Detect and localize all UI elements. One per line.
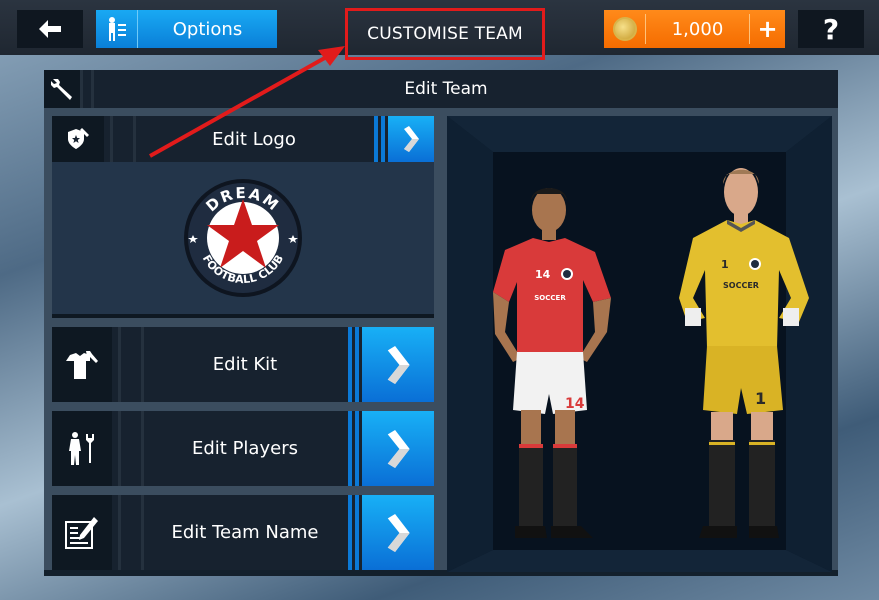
edit-logo-label: Edit Logo: [212, 128, 296, 150]
divider: [110, 116, 136, 162]
edit-players-button[interactable]: [362, 411, 434, 486]
divider: [118, 327, 144, 402]
edit-team-name-button[interactable]: [362, 495, 434, 570]
outfield-shirt-number: 14: [535, 268, 551, 281]
svg-text:SOCCER: SOCCER: [534, 294, 566, 302]
shield-wrench-icon: [52, 116, 104, 162]
arrow-left-icon: [39, 20, 61, 38]
options-button[interactable]: Options: [96, 10, 277, 48]
player-list-icon: [96, 10, 138, 48]
chevron-right-icon: [404, 126, 419, 152]
svg-text:SOCCER: SOCCER: [723, 281, 759, 290]
back-button[interactable]: [17, 10, 83, 48]
chevron-right-icon: [387, 429, 410, 468]
coins-value: 1,000: [671, 18, 724, 40]
goalkeeper-shirt-number: 1: [721, 258, 729, 271]
options-label: Options: [172, 18, 243, 40]
divider: [118, 411, 144, 486]
outfield-shorts-number: 14: [565, 396, 585, 412]
divider: [80, 70, 94, 108]
goalkeeper-model: 1 SOCCER 1: [679, 168, 809, 538]
divider: [372, 116, 388, 162]
chevron-right-icon: [387, 513, 410, 552]
panel-title: Edit Team: [404, 79, 488, 99]
edit-players-row[interactable]: Edit Players: [52, 411, 434, 486]
screen-title: CUSTOMISE TEAM: [345, 8, 545, 60]
chevron-right-icon: [387, 345, 410, 384]
divider: [118, 495, 144, 570]
shirt-wrench-icon: [52, 327, 112, 402]
divider: [346, 327, 362, 402]
edit-logo-row[interactable]: Edit Logo: [52, 116, 434, 162]
team-logo: DREAM FOOTBALL CLUB: [184, 179, 302, 297]
edit-players-label: Edit Players: [192, 438, 298, 459]
edit-kit-button[interactable]: [362, 327, 434, 402]
kit-preview: 14 SOCCER 14 1 SOCCER 1: [447, 116, 832, 572]
help-button[interactable]: ?: [798, 10, 864, 48]
gold-coin-icon: [604, 14, 646, 44]
divider: [346, 495, 362, 570]
edit-kit-label: Edit Kit: [212, 354, 278, 375]
goalkeeper-shorts-number: 1: [755, 389, 766, 408]
team-logo-area: DREAM FOOTBALL CLUB: [52, 162, 434, 318]
add-coins-button[interactable]: +: [749, 14, 785, 44]
edit-logo-button[interactable]: [388, 116, 434, 162]
edit-team-name-row[interactable]: Edit Team Name: [52, 495, 434, 570]
edit-team-panel: Edit Team Edit Logo DREAM FOOTBALL CLUB: [44, 70, 838, 576]
divider: [346, 411, 362, 486]
wrench-icon: [44, 70, 80, 108]
panel-header: Edit Team: [44, 70, 838, 108]
coins-button[interactable]: 1,000 +: [604, 10, 785, 48]
edit-team-name-label: Edit Team Name: [171, 522, 319, 543]
outfield-player-model: 14 SOCCER 14: [493, 188, 611, 538]
edit-kit-row[interactable]: Edit Kit: [52, 327, 434, 402]
edit-document-icon: [52, 495, 112, 570]
player-wrench-icon: [52, 411, 112, 486]
